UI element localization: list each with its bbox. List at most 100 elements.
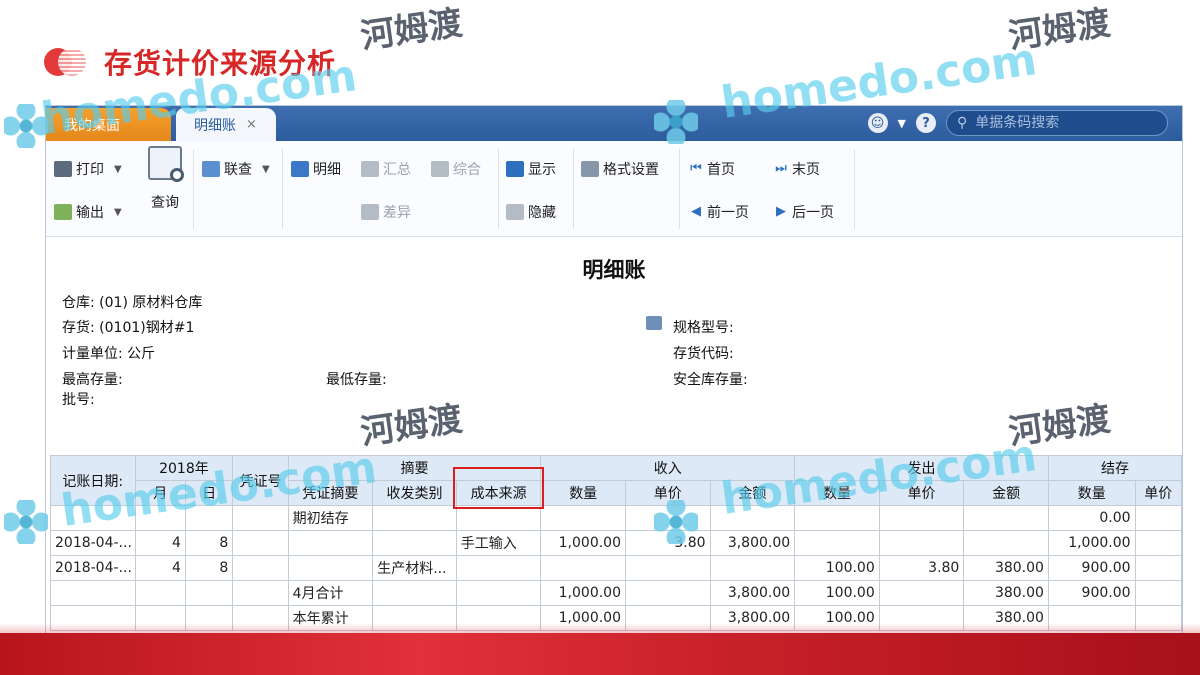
cell-bal-qty: 1,000.00 xyxy=(1047,530,1136,556)
prev-page-button[interactable]: ◀ 前一页 xyxy=(689,202,749,222)
col-in-qty[interactable]: 数量 xyxy=(540,480,626,506)
col-day[interactable]: 日 xyxy=(184,480,234,506)
table-row[interactable]: 2018-04-... 4 8 手工输入 1,000.00 3.80 3,800… xyxy=(50,530,1182,556)
hide-icon xyxy=(506,204,524,220)
cell-day xyxy=(184,505,234,531)
cell-source xyxy=(455,505,542,531)
difference-button[interactable]: 差异 xyxy=(361,202,411,222)
tab-label: 明细账 xyxy=(194,117,236,134)
show-label: 显示 xyxy=(528,162,556,178)
summary-icon xyxy=(361,161,379,177)
next-page-button[interactable]: ▶ 后一页 xyxy=(774,202,834,222)
query-button[interactable]: 查询 xyxy=(146,146,184,226)
cell-out-amount xyxy=(963,530,1049,556)
format-settings-label: 格式设置 xyxy=(603,162,659,178)
composite-button[interactable]: 综合 xyxy=(431,159,481,179)
cell-bal-qty: 900.00 xyxy=(1047,555,1136,581)
cell-date xyxy=(50,580,136,606)
cell-source xyxy=(455,580,542,606)
cell-in-price xyxy=(624,505,711,531)
chevron-down-icon[interactable]: ▼ xyxy=(898,117,906,130)
last-page-button[interactable]: ⏭ 末页 xyxy=(774,159,820,179)
slide-title-text: 存货计价来源分析 xyxy=(104,47,337,80)
prev-page-label: 前一页 xyxy=(707,205,749,221)
col-income-group: 收入 xyxy=(540,455,796,481)
print-button[interactable]: 打印 ▼ xyxy=(54,159,122,179)
col-post-date[interactable]: 记账日期: xyxy=(50,455,136,506)
cell-in-price xyxy=(624,555,711,581)
inventory-info: 存货: (0101)钢材#1 xyxy=(62,320,195,336)
export-icon xyxy=(54,204,72,220)
col-bal-qty[interactable]: 数量 xyxy=(1047,480,1136,506)
smiley-icon[interactable]: ☺ xyxy=(867,113,888,133)
print-label: 打印 xyxy=(76,162,104,178)
cell-bal-price xyxy=(1134,505,1182,531)
table-row[interactable]: 2018-04-... 4 8 生产材料... 100.00 3.80 380.… xyxy=(50,555,1182,581)
tab-label: 我的桌面 xyxy=(64,117,120,134)
col-bal-price[interactable]: 单价 xyxy=(1134,480,1182,506)
chevron-down-icon: ▼ xyxy=(262,163,270,175)
col-voucher-summary[interactable]: 凭证摘要 xyxy=(287,480,374,506)
table-row[interactable]: 期初结存 0.00 xyxy=(50,505,1182,531)
search-box: ⚲ xyxy=(946,110,1168,136)
cell-in-amount xyxy=(709,505,796,531)
cell-summary xyxy=(287,555,374,581)
col-in-price[interactable]: 单价 xyxy=(624,480,711,506)
col-year[interactable]: 2018年 xyxy=(134,455,234,481)
help-icon[interactable]: ? xyxy=(916,113,936,133)
toolbar-divider xyxy=(282,149,283,229)
cell-date: 2018-04-... xyxy=(50,530,136,556)
inventory-code-info: 存货代码: xyxy=(673,346,734,362)
col-in-amount[interactable]: 金额 xyxy=(709,480,796,506)
col-outgo-group: 发出 xyxy=(794,455,1049,481)
spec-picker-icon[interactable] xyxy=(646,316,662,330)
chevron-down-icon: ▼ xyxy=(114,206,122,218)
tab-bar-tools: ☺ ▼ ? ⚲ xyxy=(867,110,1168,136)
safety-stock-info: 安全库存量: xyxy=(673,372,748,388)
cell-out-amount: 380.00 xyxy=(963,580,1049,606)
format-settings-button[interactable]: 格式设置 xyxy=(581,159,659,179)
col-out-price[interactable]: 单价 xyxy=(878,480,965,506)
col-voucher-no[interactable]: 凭证号 xyxy=(232,455,289,506)
query-label: 查询 xyxy=(151,195,179,211)
cell-source xyxy=(455,555,542,581)
toolbar-divider xyxy=(573,149,574,229)
cell-in-amount xyxy=(709,555,796,581)
first-page-button[interactable]: ⏮ 首页 xyxy=(689,159,735,179)
next-page-icon: ▶ xyxy=(776,204,786,219)
composite-label: 综合 xyxy=(453,162,481,178)
export-button[interactable]: 输出 ▼ xyxy=(54,202,122,222)
last-page-icon: ⏭ xyxy=(775,161,787,176)
cell-out-qty: 100.00 xyxy=(794,555,880,581)
hide-button[interactable]: 隐藏 xyxy=(506,202,556,222)
prev-page-icon: ◀ xyxy=(691,204,701,219)
tab-detail-ledger[interactable]: 明细账 × xyxy=(176,108,276,141)
cell-day xyxy=(184,580,234,606)
col-out-amount[interactable]: 金额 xyxy=(963,480,1049,506)
col-io-category[interactable]: 收发类别 xyxy=(372,480,457,506)
cell-in-qty xyxy=(540,555,626,581)
detail-button[interactable]: 明细 xyxy=(291,159,341,179)
summary-button[interactable]: 汇总 xyxy=(361,159,411,179)
cell-summary: 4月合计 xyxy=(287,580,374,606)
cell-bal-qty: 900.00 xyxy=(1047,580,1136,606)
cell-month xyxy=(134,580,186,606)
tab-my-desktop[interactable]: 我的桌面 xyxy=(46,108,171,141)
search-input[interactable] xyxy=(973,114,1158,132)
min-stock-info: 最低存量: xyxy=(326,372,387,388)
col-month[interactable]: 月 xyxy=(134,480,186,506)
watermark-flower-icon xyxy=(4,104,48,148)
col-out-qty[interactable]: 数量 xyxy=(794,480,880,506)
printer-icon xyxy=(54,161,72,177)
export-label: 输出 xyxy=(76,205,104,221)
detail-label: 明细 xyxy=(313,162,341,178)
table-row[interactable]: 4月合计 1,000.00 3,800.00 100.00 380.00 900… xyxy=(50,580,1182,606)
close-icon[interactable]: × xyxy=(246,117,257,132)
cell-in-qty: 1,000.00 xyxy=(540,530,626,556)
link-query-button[interactable]: 联查 ▼ xyxy=(202,159,270,179)
summary-label: 汇总 xyxy=(383,162,411,178)
show-button[interactable]: 显示 xyxy=(506,159,556,179)
col-balance-group: 结存 xyxy=(1047,455,1182,481)
spec-info: 规格型号: xyxy=(673,320,734,336)
cell-category xyxy=(372,580,457,606)
